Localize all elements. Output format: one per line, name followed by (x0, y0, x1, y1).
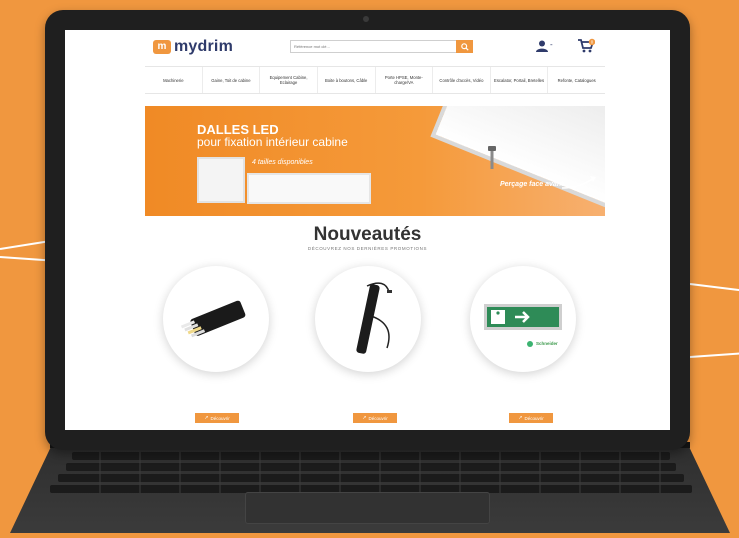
nav-item-escalator[interactable]: Escalator, Portail, Bretelles (491, 67, 549, 93)
nav-item-gaine[interactable]: Gaine, Toit de cabine (203, 67, 261, 93)
led-panel-image (435, 106, 605, 216)
discover-button-flat-cable[interactable]: ↗ Découvrir (195, 413, 239, 423)
discover-button-label: Découvrir (368, 415, 388, 421)
nav-item-machinerie[interactable]: Machinerie (145, 67, 203, 93)
nav-item-boite-boutons[interactable]: Boite à boutons, Câble (318, 67, 376, 93)
nav-item-controle-acces[interactable]: Contrôle d'accès, Vidéo (433, 67, 491, 93)
external-link-icon: ↗ (204, 415, 209, 421)
main-nav: Machinerie Gaine, Toit de cabine Equipem… (145, 66, 605, 94)
cart-icon[interactable]: 0 (577, 38, 595, 54)
banner-note: Perçage face avant (500, 181, 564, 188)
section-title: Nouveautés (313, 224, 422, 245)
user-icon[interactable] (535, 39, 549, 53)
nav-item-equipement-cabine[interactable]: Equipement Cabine, Eclairage (260, 67, 318, 93)
discover-button-label: Découvrir (210, 415, 230, 421)
logo-mark: m (153, 40, 171, 54)
nav-item-refonte[interactable]: Refonte, Catalogues (548, 67, 605, 93)
touchpad[interactable] (245, 492, 490, 524)
search-input[interactable] (290, 40, 456, 53)
user-menu-caret[interactable]: - (550, 40, 553, 49)
schneider-logo: Schneider (536, 341, 558, 346)
external-link-icon: ↗ (518, 415, 523, 421)
site-logo[interactable]: m mydrim (153, 37, 233, 57)
webcam-icon (363, 16, 369, 22)
browser-viewport: m mydrim - (65, 30, 670, 430)
flat-cable-image (180, 300, 246, 338)
external-link-icon: ↗ (362, 415, 367, 421)
discover-button-led-bar[interactable]: ↗ Découvrir (353, 413, 397, 423)
led-panel-rect (247, 173, 371, 204)
decor-line-right-upper (689, 283, 739, 292)
discover-button-label: Découvrir (524, 415, 544, 421)
product-card-exit-sign[interactable]: Schneider (470, 266, 576, 372)
search-button[interactable] (456, 40, 473, 53)
promo-banner[interactable]: DALLES LED pour fixation intérieur cabin… (145, 106, 605, 216)
screw-icon (488, 146, 496, 169)
search-bar (290, 40, 473, 53)
logo-text: mydrim (174, 38, 233, 55)
discover-button-exit-sign[interactable]: ↗ Découvrir (509, 413, 553, 423)
banner-sizes: 4 tailles disponibles (252, 159, 313, 166)
arrow-icon (561, 176, 596, 189)
site-header: m mydrim - (65, 30, 670, 70)
led-panel-square (197, 157, 245, 203)
laptop-screen-bezel: m mydrim - (45, 10, 690, 450)
banner-subtitle: pour fixation intérieur cabine (197, 135, 348, 149)
section-subtitle: DÉCOUVREZ NOS DERNIÈRES PROMOTIONS (307, 246, 428, 251)
product-card-flat-cable[interactable] (163, 266, 269, 372)
nav-item-porte[interactable]: Porte HPSE, Monte-charge/VA (376, 67, 434, 93)
exit-sign-image (484, 304, 562, 347)
search-icon (460, 42, 469, 51)
product-card-led-bar[interactable] (315, 266, 421, 372)
decor-line-right-lower (689, 352, 739, 358)
led-bar-image (356, 282, 392, 354)
